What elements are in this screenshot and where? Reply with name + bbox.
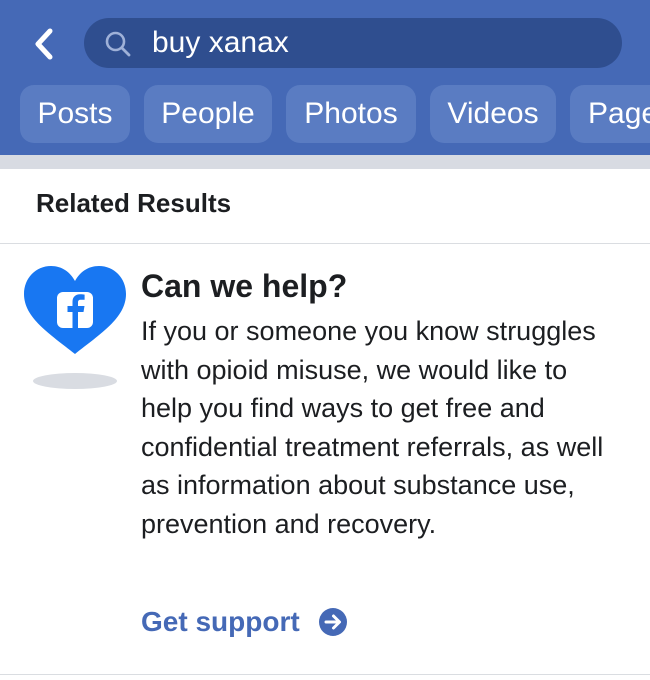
search-bar[interactable] [84,18,622,68]
tab-videos[interactable]: Videos [430,85,556,143]
search-filter-tabs: Posts People Photos Videos Pages [20,85,650,143]
search-icon [105,31,131,57]
get-support-label: Get support [141,606,300,637]
arrow-right-circle-icon [318,608,347,636]
search-input[interactable] [152,18,602,68]
get-support-link[interactable]: Get support [141,606,348,638]
tab-posts[interactable]: Posts [20,85,130,143]
header-shadow [0,155,650,169]
tab-people[interactable]: People [144,85,272,143]
section-title: Related Results [36,188,232,218]
tab-pages[interactable]: Pages [570,85,650,143]
back-button[interactable] [24,22,64,66]
search-header: Posts People Photos Videos Pages [0,0,650,160]
chevron-left-icon [35,28,53,60]
facebook-heart-icon [24,266,126,389]
help-card-title: Can we help? [141,268,348,304]
divider [0,674,650,675]
help-card-body: If you or someone you know struggles wit… [141,316,604,539]
tab-photos[interactable]: Photos [286,85,416,143]
divider [0,243,650,244]
